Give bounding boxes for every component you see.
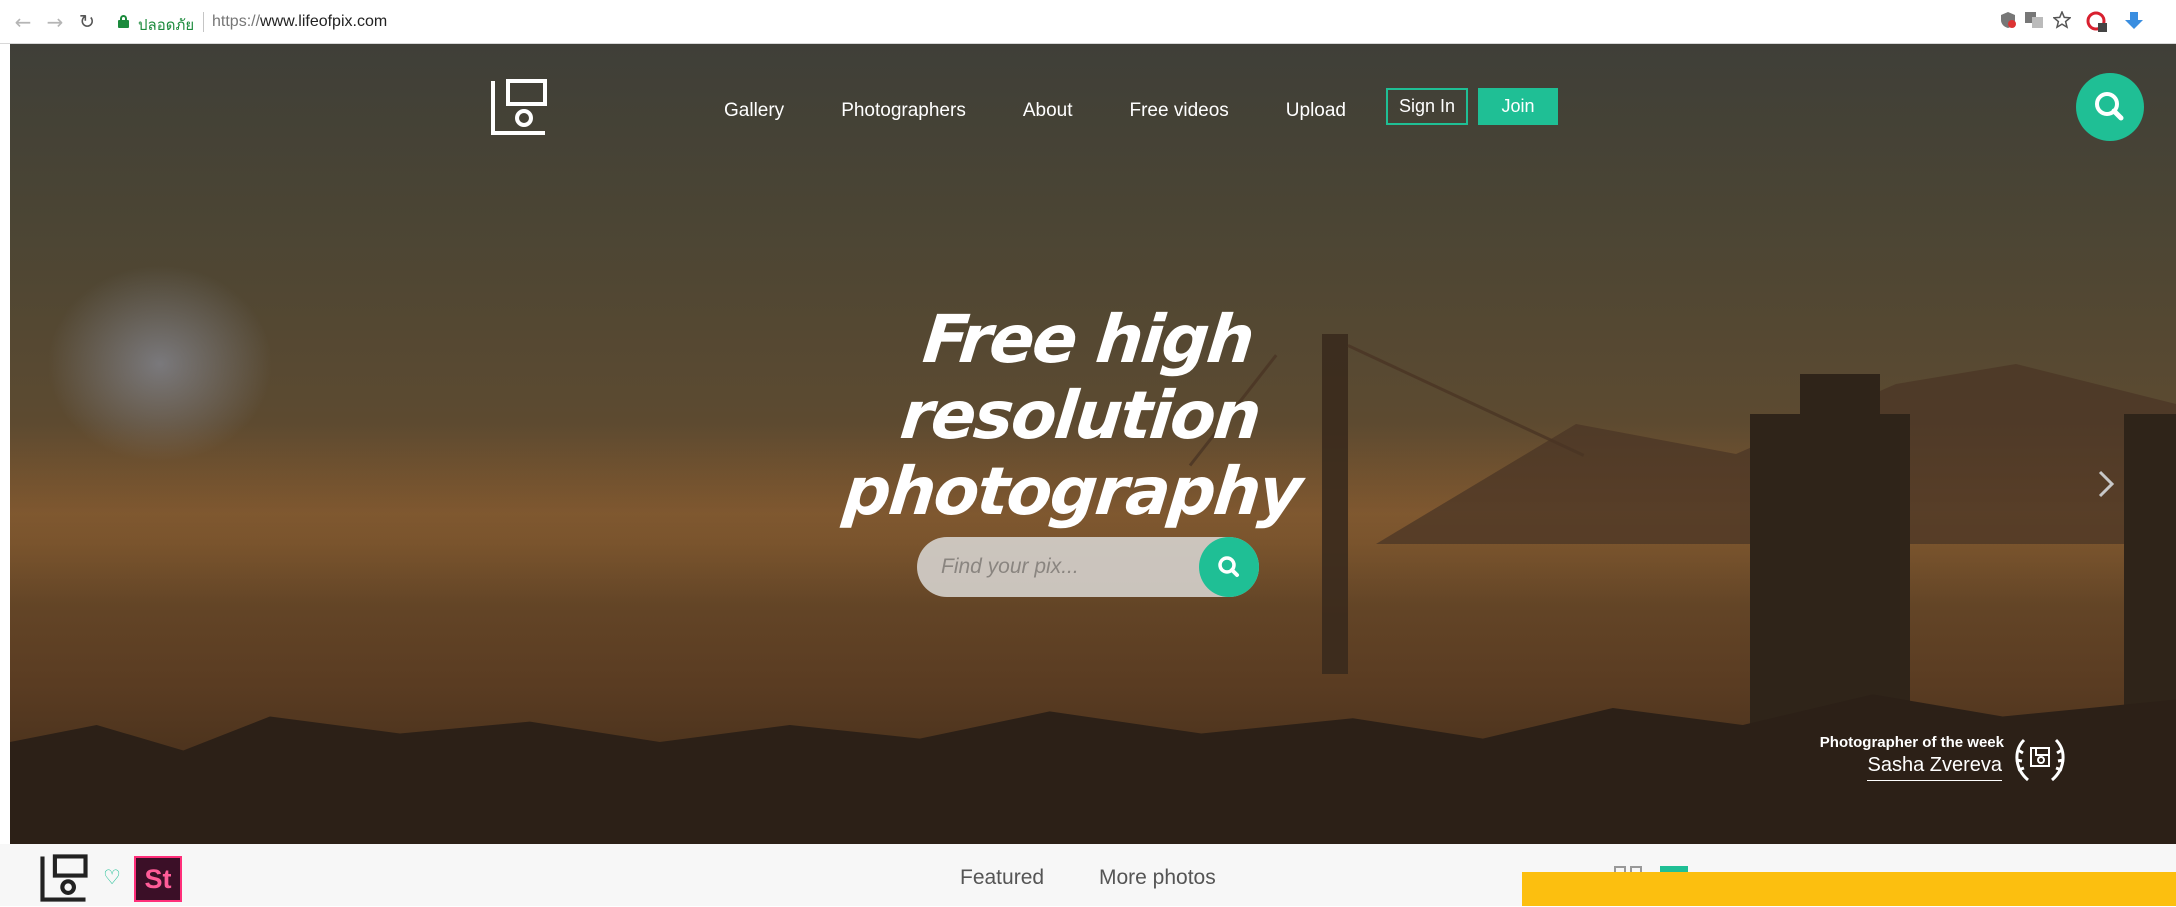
chevron-right-icon [2098, 470, 2115, 498]
tab-more-photos[interactable]: More photos [1099, 866, 1216, 890]
main-nav: Gallery Photographers About Free videos … [724, 96, 1403, 126]
search-icon [2095, 92, 2124, 121]
nav-about[interactable]: About [1023, 100, 1073, 122]
photographer-of-week-label: Photographer of the week [1819, 734, 2004, 751]
headline-line-1: Free high resolution [896, 301, 1264, 454]
hero-headline: Free high resolution photography [758, 301, 1402, 530]
sticky-subnav: ♡ St Featured More photos [0, 844, 2176, 906]
search-button[interactable] [2076, 73, 2144, 141]
secure-label: ปลอดภัย [138, 17, 195, 34]
promo-banner[interactable] [1522, 872, 2176, 906]
nav-free-videos[interactable]: Free videos [1130, 100, 1229, 122]
headline-line-2: photography [839, 453, 1305, 530]
user-icon[interactable] [2086, 11, 2107, 32]
nav-upload[interactable]: Upload [1286, 100, 1346, 122]
site-logo[interactable] [490, 78, 548, 136]
address-bar[interactable]: ปลอดภัย https://www.lifeofpix.com [108, 6, 2068, 38]
url-scheme: https:// [212, 13, 261, 30]
search-icon [1218, 556, 1239, 577]
url-host: www.lifeofpix.com [260, 13, 388, 30]
photographer-of-week-name[interactable]: Sasha Zvereva [1754, 754, 2002, 781]
tab-featured[interactable]: Featured [960, 866, 1044, 890]
site-logo-small[interactable] [40, 854, 88, 902]
search-submit-button[interactable] [1199, 537, 1259, 597]
laurel-badge-icon [2010, 734, 2070, 786]
reload-button[interactable]: ↻ [76, 11, 98, 33]
join-button[interactable]: Join [1478, 88, 1558, 125]
forward-button[interactable]: → [44, 11, 66, 33]
search-input[interactable] [941, 551, 1181, 583]
browser-toolbar: ← → ↻ ปลอดภัย https://www.lifeofpix.com [0, 0, 2176, 44]
nav-gallery[interactable]: Gallery [724, 100, 784, 122]
download-icon[interactable] [2124, 11, 2144, 31]
back-button[interactable]: ← [12, 11, 34, 33]
translate-icon[interactable] [2024, 11, 2044, 31]
lock-icon [118, 15, 129, 28]
heart-icon[interactable]: ♡ [100, 866, 124, 888]
adobe-stock-badge[interactable]: St [134, 856, 182, 902]
nav-photographers[interactable]: Photographers [841, 100, 966, 122]
url-text[interactable]: https://www.lifeofpix.com [212, 13, 387, 31]
photographer-name-link[interactable]: Sasha Zvereva [1867, 754, 2002, 781]
shield-icon[interactable] [1998, 11, 2018, 31]
star-icon[interactable] [2052, 10, 2072, 31]
skyscraper-top [1800, 374, 1880, 434]
address-divider [203, 12, 204, 32]
carousel-next-button[interactable] [2086, 464, 2126, 504]
hero-search [917, 537, 1259, 597]
sign-in-button[interactable]: Sign In [1386, 88, 1468, 125]
hero-banner: Gallery Photographers About Free videos … [10, 44, 2176, 844]
